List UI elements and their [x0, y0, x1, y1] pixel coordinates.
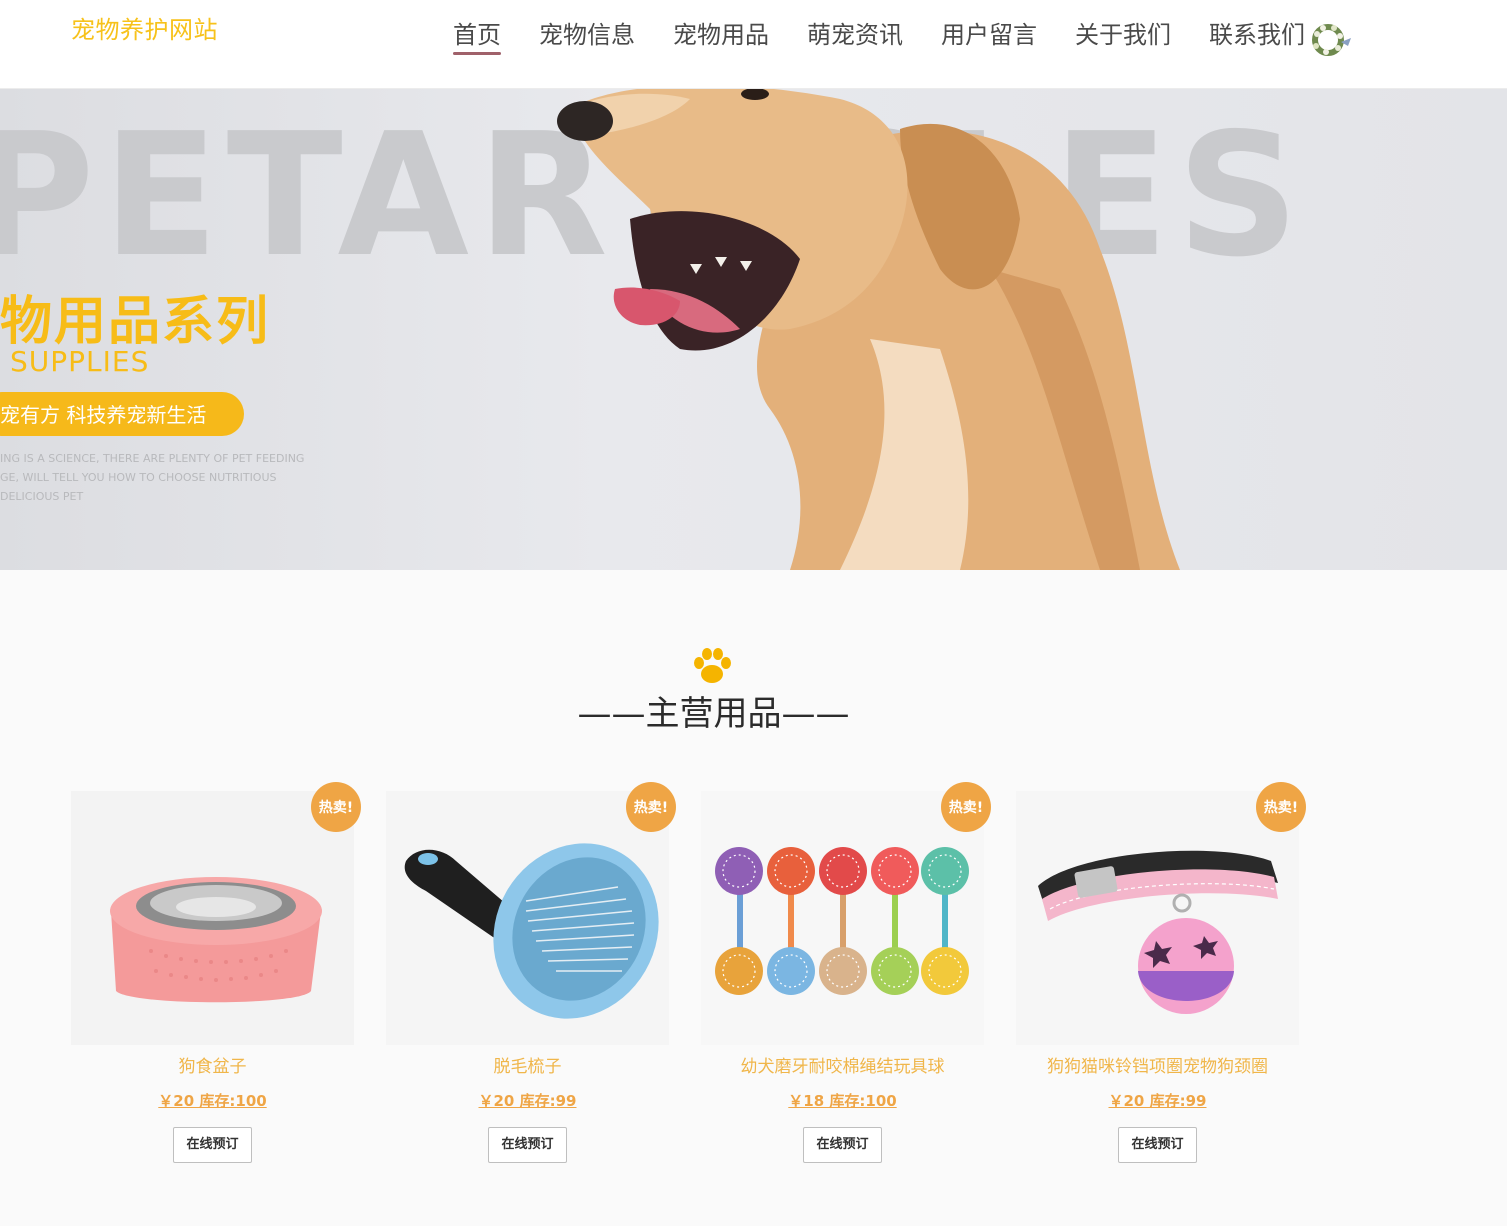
hot-sale-badge: 热卖! [1256, 782, 1306, 832]
product-button-wrap: 在线预订 [71, 1127, 354, 1163]
product-image[interactable] [386, 791, 669, 1045]
banner-description-line: DELICIOUS PET [0, 490, 84, 503]
nav-item-pet-supplies[interactable]: 宠物用品 [673, 18, 769, 52]
product-image[interactable] [71, 791, 354, 1045]
nav-item-home[interactable]: 首页 [453, 18, 501, 55]
wreath-icon [1312, 24, 1351, 56]
hot-sale-badge: 热卖! [941, 782, 991, 832]
product-name[interactable]: 狗狗猫咪铃铛项圈宠物狗颈圈 [1016, 1055, 1299, 1079]
deshedding-brush-image [386, 791, 669, 1045]
product-price-stock[interactable]: ￥18 库存:100 [701, 1091, 984, 1111]
product-price-stock[interactable]: ￥20 库存:100 [71, 1091, 354, 1111]
nav-item-about[interactable]: 关于我们 [1075, 18, 1171, 52]
product-button-wrap: 在线预订 [1016, 1127, 1299, 1163]
banner-subtitle: SUPPLIES [10, 345, 150, 378]
paw-icon [694, 648, 731, 683]
product-card: 热卖! 狗食盆子 ￥20 库存:100 在线预订 [71, 782, 361, 1163]
nav-item-pet-info[interactable]: 宠物信息 [539, 18, 635, 52]
product-card: 热卖! 幼犬磨牙耐咬棉绳结玩具球 ￥18 库存:100 在线预订 [701, 782, 991, 1163]
golden-retriever-image [557, 89, 1180, 570]
bell-collar-image [1016, 791, 1299, 1045]
site-title[interactable]: 宠物养护网站 [71, 10, 218, 45]
banner-description: ING IS A SCIENCE, THERE ARE PLENTY OF PE… [0, 449, 304, 506]
product-card: 热卖! 狗狗猫咪铃铛项圈宠物狗颈圈 ￥20 库存:99 在线预订 [1016, 782, 1306, 1163]
book-online-button[interactable]: 在线预订 [173, 1127, 252, 1163]
dog-bowl-image [71, 791, 354, 1045]
banner-pill-text: 宠有方 科技养宠新生活 [0, 403, 207, 427]
product-button-wrap: 在线预订 [701, 1127, 984, 1163]
product-price-stock[interactable]: ￥20 库存:99 [1016, 1091, 1299, 1111]
rope-ball-toy-image [701, 791, 984, 1045]
nav-item-pet-news[interactable]: 萌宠资讯 [807, 18, 903, 52]
book-online-button[interactable]: 在线预订 [1118, 1127, 1197, 1163]
book-online-button[interactable]: 在线预订 [803, 1127, 882, 1163]
product-price-stock[interactable]: ￥20 库存:99 [386, 1091, 669, 1111]
product-name[interactable]: 狗食盆子 [71, 1055, 354, 1079]
section-title: ——主营用品—— [577, 694, 850, 734]
hot-sale-badge: 热卖! [626, 782, 676, 832]
product-button-wrap: 在线预订 [386, 1127, 669, 1163]
product-name[interactable]: 幼犬磨牙耐咬棉绳结玩具球 [701, 1055, 984, 1079]
main-nav: 首页 宠物信息 宠物用品 萌宠资讯 用户留言 关于我们 联系我们 [453, 18, 1305, 55]
product-name[interactable]: 脱毛梳子 [386, 1055, 669, 1079]
product-image[interactable] [701, 791, 984, 1045]
nav-item-messages[interactable]: 用户留言 [941, 18, 1037, 52]
product-card: 热卖! 脱毛梳子 ￥20 库存:99 在线预订 [386, 782, 676, 1163]
product-image[interactable] [1016, 791, 1299, 1045]
site-header: 宠物养护网站 首页 宠物信息 宠物用品 萌宠资讯 用户留言 关于我们 联系我们 [0, 0, 1507, 89]
banner-title: 物用品系列 [0, 292, 271, 352]
book-online-button[interactable]: 在线预订 [488, 1127, 567, 1163]
nav-item-contact[interactable]: 联系我们 [1209, 18, 1305, 52]
hero-banner[interactable]: PETARTICLES 物用品系列 SUPPLIES 宠有方 科技养宠新生活 I… [0, 89, 1507, 570]
banner-description-line: ING IS A SCIENCE, THERE ARE PLENTY OF PE… [0, 452, 305, 465]
product-grid: 热卖! 狗食盆子 ￥20 库存:100 在线预订 热卖! 脱毛梳子 ￥20 库存… [71, 782, 1306, 1163]
banner-description-line: GE, WILL TELL YOU HOW TO CHOOSE NUTRITIO… [0, 471, 277, 484]
hot-sale-badge: 热卖! [311, 782, 361, 832]
